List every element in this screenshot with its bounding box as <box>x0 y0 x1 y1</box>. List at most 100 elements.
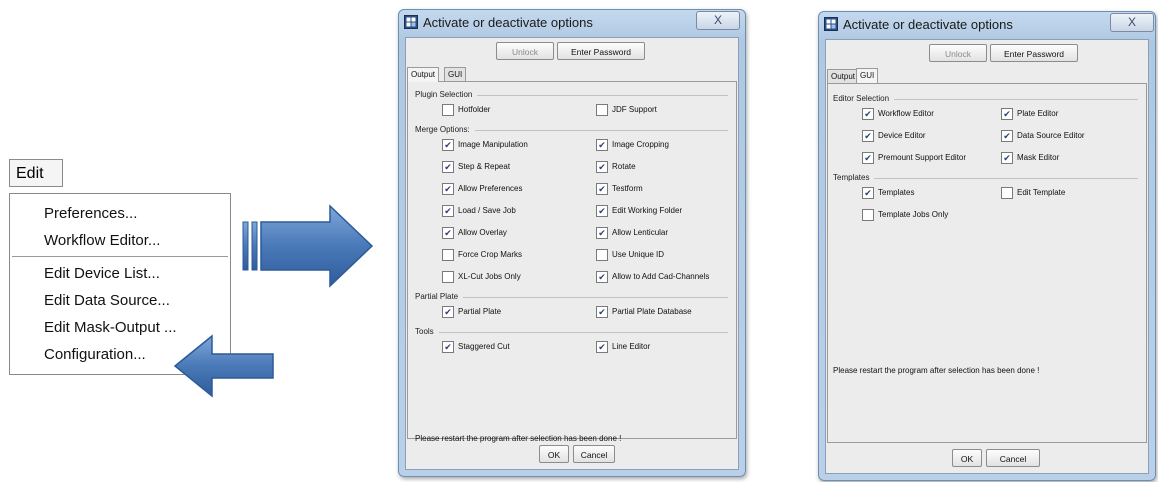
checkmark-icon[interactable]: ✔ <box>1001 108 1013 120</box>
checkmark-icon[interactable]: ✔ <box>1001 130 1013 142</box>
tab-output[interactable]: Output <box>407 67 440 82</box>
checkbox-label: Load / Save Job <box>458 206 516 215</box>
checkbox-empty-icon[interactable] <box>442 249 454 261</box>
menu-item-preferences[interactable]: Preferences... <box>44 205 137 222</box>
tab-panel: Plugin Selection Hotfolder JDF Support Merg… <box>407 81 737 443</box>
checkmark-icon[interactable]: ✔ <box>442 139 454 151</box>
checkmark-icon[interactable]: ✔ <box>596 205 608 217</box>
checkmark-icon[interactable]: ✔ <box>596 341 608 353</box>
enter-password-button[interactable]: Enter Password <box>990 44 1078 62</box>
close-icon: X <box>713 13 722 27</box>
checkbox-label: Hotfolder <box>458 105 491 114</box>
group-label-tools: Tools <box>415 327 434 336</box>
edit-menu-dropdown: Preferences... Workflow Editor... Edit D… <box>9 193 231 375</box>
checkmark-icon[interactable]: ✔ <box>862 130 874 142</box>
checkmark-icon[interactable]: ✔ <box>442 306 454 318</box>
checkbox-label: Image Manipulation <box>458 140 528 149</box>
checkbox-label: XL-Cut Jobs Only <box>458 272 521 281</box>
checkbox-label: Allow Overlay <box>458 228 507 237</box>
checkbox-label: Partial Plate <box>458 307 502 316</box>
checkmark-icon[interactable]: ✔ <box>862 187 874 199</box>
group-divider <box>477 95 728 96</box>
checkbox-label: Premount Support Editor <box>878 153 967 162</box>
checkmark-icon[interactable]: ✔ <box>442 227 454 239</box>
tab-gui[interactable]: GUI <box>856 68 879 83</box>
ok-button[interactable]: OK <box>952 449 982 467</box>
menu-item-edit-data-source[interactable]: Edit Data Source... <box>44 292 170 309</box>
window-app-icon <box>404 15 418 29</box>
checkbox-label: Device Editor <box>878 131 926 140</box>
checkmark-icon[interactable]: ✔ <box>442 341 454 353</box>
unlock-button[interactable]: Unlock <box>929 44 987 62</box>
checkmark-icon[interactable]: ✔ <box>442 161 454 173</box>
checkmark-icon[interactable]: ✔ <box>442 205 454 217</box>
checkbox-label: Templates <box>878 188 915 197</box>
checkbox-label: Allow to Add Cad-Channels <box>612 272 710 281</box>
tab-gui[interactable]: GUI <box>444 67 467 81</box>
checkbox-label: Image Cropping <box>612 140 669 149</box>
ok-button[interactable]: OK <box>539 445 569 463</box>
menu-item-workflow-editor[interactable]: Workflow Editor... <box>44 232 160 249</box>
menu-item-edit-mask-output[interactable]: Edit Mask-Output ... <box>44 319 177 336</box>
checkmark-icon[interactable]: ✔ <box>596 227 608 239</box>
checkbox-empty-icon[interactable] <box>596 104 608 116</box>
unlock-button[interactable]: Unlock <box>496 42 554 60</box>
menu-item-configuration[interactable]: Configuration... <box>44 346 146 363</box>
edit-menu-title[interactable]: Edit <box>9 159 63 187</box>
checkbox-label: Testform <box>612 184 643 193</box>
cancel-button[interactable]: Cancel <box>573 445 615 463</box>
checkbox-empty-icon[interactable] <box>442 104 454 116</box>
checkbox-label: Allow Preferences <box>458 184 523 193</box>
group-label-editor-selection: Editor Selection <box>833 94 890 103</box>
group-divider <box>894 99 1138 100</box>
group-divider <box>475 130 728 131</box>
cancel-button[interactable]: Cancel <box>986 449 1040 467</box>
close-icon: X <box>1127 15 1136 29</box>
checkbox-empty-icon[interactable] <box>442 271 454 283</box>
group-divider <box>439 332 728 333</box>
menu-item-edit-device-list[interactable]: Edit Device List... <box>44 265 160 282</box>
group-label-merge-options: Merge Options: <box>415 125 470 134</box>
checkmark-icon[interactable]: ✔ <box>862 108 874 120</box>
checkbox-label: Rotate <box>612 162 636 171</box>
checkbox-label: Force Crop Marks <box>458 250 523 259</box>
checkbox-label: Partial Plate Database <box>612 307 692 316</box>
close-button[interactable]: X <box>696 11 740 30</box>
group-label-plugin-selection: Plugin Selection <box>415 90 473 99</box>
checkbox-empty-icon[interactable] <box>862 209 874 221</box>
checkmark-icon[interactable]: ✔ <box>596 161 608 173</box>
checkbox-label: Line Editor <box>612 342 651 351</box>
close-button[interactable]: X <box>1110 13 1154 32</box>
arrow-right-icon <box>242 204 374 288</box>
tab-output[interactable]: Output <box>827 69 860 83</box>
checkmark-icon[interactable]: ✔ <box>596 139 608 151</box>
checkmark-icon[interactable]: ✔ <box>442 183 454 195</box>
checkmark-icon[interactable]: ✔ <box>862 152 874 164</box>
checkbox-label: Allow Lenticular <box>612 228 669 237</box>
checkbox-empty-icon[interactable] <box>1001 187 1013 199</box>
checkmark-icon[interactable]: ✔ <box>596 183 608 195</box>
group-label-partial-plate: Partial Plate <box>415 292 459 301</box>
group-divider <box>874 178 1138 179</box>
tab-panel: Editor Selection ✔ Workflow Editor ✔ Plate E… <box>827 83 1147 443</box>
checkmark-icon[interactable]: ✔ <box>1001 152 1013 164</box>
checkmark-icon[interactable]: ✔ <box>596 306 608 318</box>
enter-password-button[interactable]: Enter Password <box>557 42 645 60</box>
restart-note: Please restart the program after selecti… <box>415 434 622 443</box>
dialog-body: Unlock Enter Password Output GUI Plugin … <box>405 37 739 470</box>
dialog-title: Activate or deactivate options <box>843 17 1013 32</box>
checkbox-label: Data Source Editor <box>1017 131 1085 140</box>
options-dialog-output: Activate or deactivate options X Unlock … <box>398 9 746 477</box>
group-label-templates: Templates <box>833 173 870 182</box>
checkbox-label: Mask Editor <box>1017 153 1060 162</box>
checkmark-icon[interactable]: ✔ <box>596 271 608 283</box>
restart-note: Please restart the program after selecti… <box>833 366 1040 375</box>
checkbox-label: Staggered Cut <box>458 342 510 351</box>
checkbox-label: JDF Support <box>612 105 657 114</box>
dialog-title: Activate or deactivate options <box>423 15 593 30</box>
checkbox-empty-icon[interactable] <box>596 249 608 261</box>
group-divider <box>463 297 728 298</box>
checkbox-label: Plate Editor <box>1017 109 1059 118</box>
checkbox-label: Use Unique ID <box>612 250 665 259</box>
checkbox-label: Edit Template <box>1017 188 1066 197</box>
